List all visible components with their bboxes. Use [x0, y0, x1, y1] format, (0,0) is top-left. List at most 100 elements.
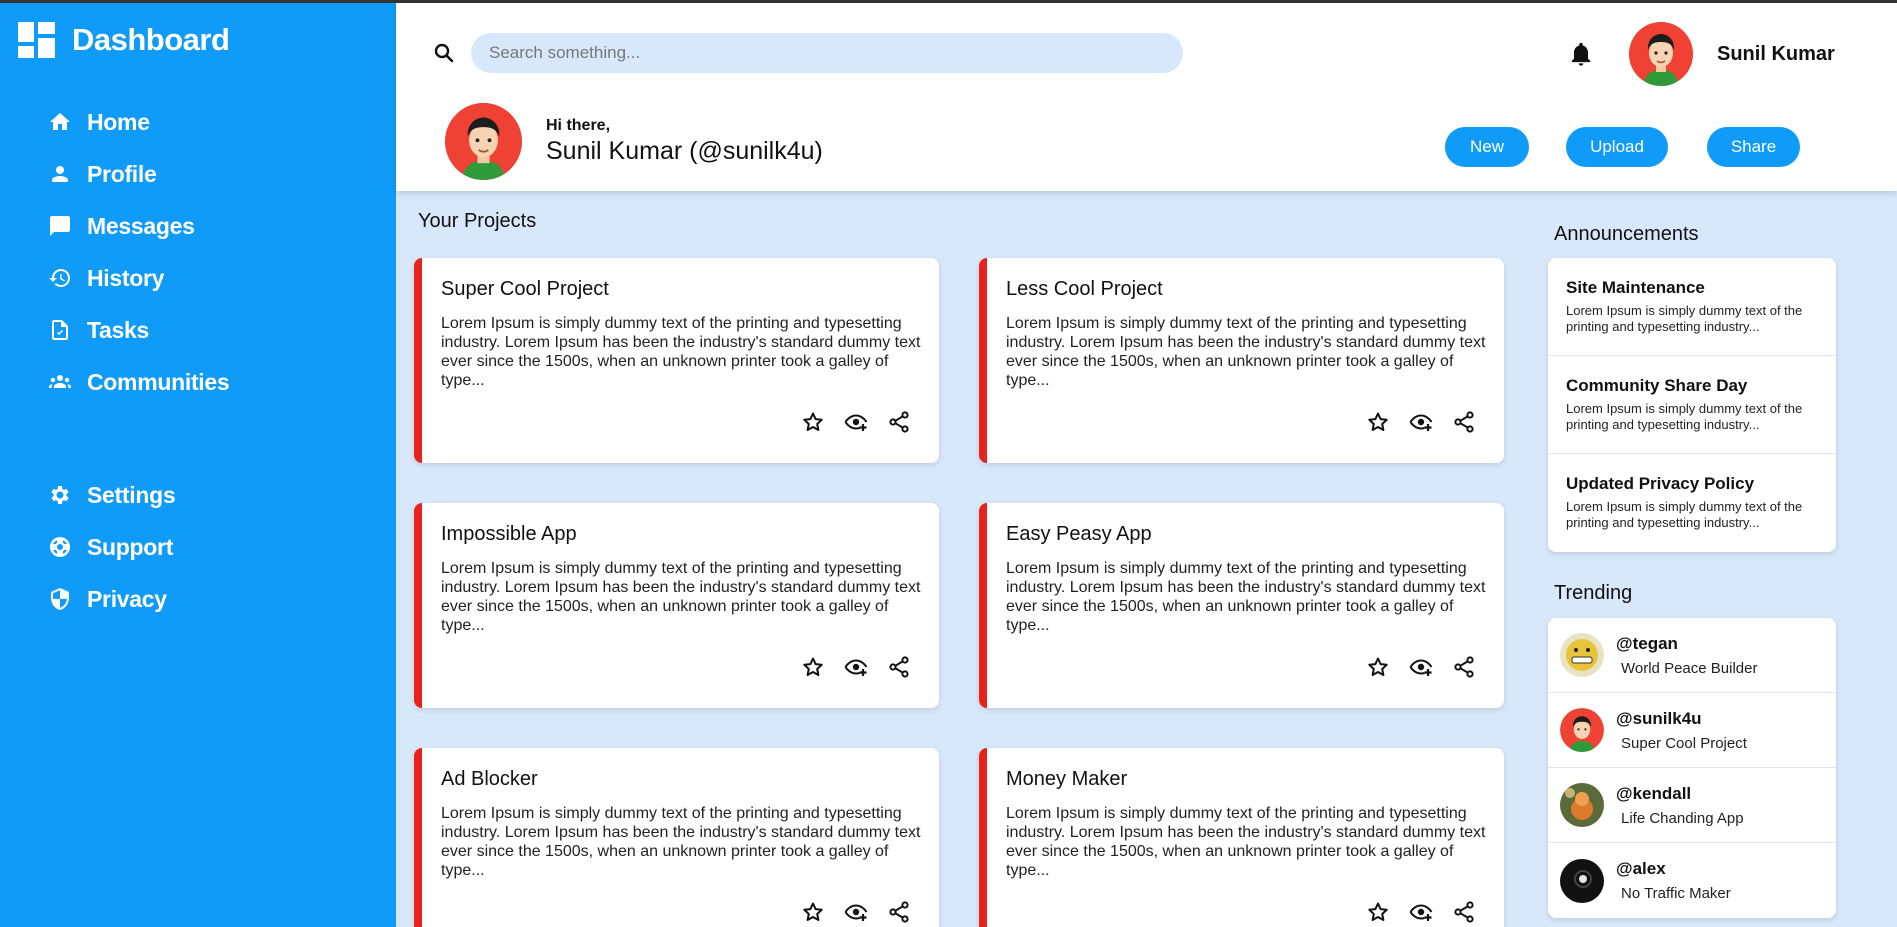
trending-item[interactable]: @kendall Life Chanding App — [1548, 768, 1836, 843]
search-input[interactable] — [471, 33, 1183, 73]
project-description: Lorem Ipsum is simply dummy text of the … — [441, 315, 921, 389]
sidebar-item-label: Messages — [87, 212, 195, 239]
sidebar-item-label: Home — [87, 108, 150, 135]
trending-item[interactable]: @alex No Traffic Maker — [1548, 843, 1836, 918]
project-card[interactable]: Less Cool Project Lorem Ipsum is simply d… — [979, 258, 1504, 463]
trending-handle: @sunilk4u — [1616, 708, 1702, 728]
project-card[interactable]: Easy Peasy App Lorem Ipsum is simply dumm… — [979, 503, 1504, 708]
watch-icon[interactable] — [844, 900, 868, 924]
announcements-panel: Site Maintenance Lorem Ipsum is simply d… — [1548, 258, 1836, 552]
announcement-text: Lorem Ipsum is simply dummy text of the … — [1566, 303, 1803, 334]
sidebar-item-label: Settings — [87, 481, 176, 508]
project-actions — [1366, 655, 1476, 679]
project-title: Easy Peasy App — [1006, 523, 1152, 545]
shield-icon — [51, 588, 69, 610]
dashboard-icon — [18, 22, 55, 58]
watch-icon[interactable] — [1409, 410, 1433, 434]
project-description: Lorem Ipsum is simply dummy text of the … — [1006, 315, 1486, 389]
project-description: Lorem Ipsum is simply dummy text of the … — [1006, 805, 1486, 879]
announcement-text: Lorem Ipsum is simply dummy text of the … — [1566, 499, 1803, 530]
trending-handle: @kendall — [1616, 783, 1692, 803]
project-card[interactable]: Money Maker Lorem Ipsum is simply dummy t… — [979, 748, 1504, 927]
project-actions — [1366, 900, 1476, 924]
share-button[interactable]: Share — [1707, 127, 1800, 167]
announcements-title: Announcements — [1554, 223, 1699, 245]
project-description: Lorem Ipsum is simply dummy text of the … — [1006, 560, 1486, 634]
greeting-name: Sunil Kumar (@sunilk4u) — [546, 137, 823, 165]
sidebar-item-label: History — [87, 264, 165, 291]
sidebar-item-privacy[interactable]: Privacy — [48, 573, 175, 625]
people-icon — [49, 375, 71, 388]
trending-item[interactable]: @sunilk4u Super Cool Project — [1548, 693, 1836, 768]
trending-handle: @tegan — [1616, 633, 1678, 653]
bell-icon[interactable] — [1567, 40, 1595, 68]
sidebar-item-tasks[interactable]: Tasks — [48, 304, 229, 356]
sidebar-item-label: Privacy — [87, 585, 167, 612]
new-button[interactable]: New — [1445, 127, 1529, 167]
sidebar-item-messages[interactable]: Messages — [48, 200, 229, 252]
lifebuoy-icon — [50, 537, 70, 557]
profile-avatar — [445, 103, 522, 180]
user-name[interactable]: Sunil Kumar — [1717, 43, 1835, 66]
greeting-label: Hi there, — [546, 117, 611, 134]
announcement-item[interactable]: Community Share Day Lorem Ipsum is simpl… — [1548, 356, 1836, 454]
gear-icon — [51, 486, 69, 504]
trending-handle: @alex — [1616, 859, 1666, 878]
announcement-title: Updated Privacy Policy — [1566, 474, 1755, 493]
sidebar-item-settings[interactable]: Settings — [48, 469, 176, 521]
announcement-item[interactable]: Site Maintenance Lorem Ipsum is simply d… — [1548, 258, 1836, 356]
announcement-text: Lorem Ipsum is simply dummy text of the … — [1566, 401, 1803, 432]
trending-project: No Traffic Maker — [1621, 885, 1731, 902]
watch-icon[interactable] — [844, 655, 868, 679]
star-icon[interactable] — [1366, 410, 1390, 434]
announcement-title: Site Maintenance — [1566, 278, 1705, 297]
star-icon[interactable] — [801, 655, 825, 679]
share-icon[interactable] — [887, 655, 911, 679]
upload-button[interactable]: Upload — [1566, 127, 1668, 167]
share-icon[interactable] — [1452, 900, 1476, 924]
brand-title: Dashboard — [72, 22, 230, 57]
star-icon[interactable] — [1366, 900, 1390, 924]
project-title: Money Maker — [1006, 768, 1128, 790]
project-title: Super Cool Project — [441, 278, 609, 300]
chat-icon — [50, 216, 70, 236]
home-icon — [50, 113, 70, 130]
sidebar-item-label: Support — [87, 533, 174, 560]
sidebar-item-support[interactable]: Support — [48, 521, 175, 573]
project-actions — [1366, 410, 1476, 434]
person-icon — [52, 166, 68, 182]
project-card[interactable]: Impossible App Lorem Ipsum is simply dumm… — [414, 503, 939, 708]
primary-nav: Home Profile Messages History Tasks Comm… — [48, 96, 230, 408]
share-icon[interactable] — [1452, 655, 1476, 679]
share-icon[interactable] — [887, 900, 911, 924]
avatar[interactable] — [1629, 22, 1693, 86]
share-icon[interactable] — [887, 410, 911, 434]
project-title: Ad Blocker — [441, 768, 538, 790]
sidebar-item-label: Profile — [87, 160, 157, 187]
project-card[interactable]: Ad Blocker Lorem Ipsum is simply dummy te… — [414, 748, 939, 927]
search-icon[interactable] — [432, 41, 456, 65]
sidebar-item-communities[interactable]: Communities — [48, 356, 230, 408]
brand[interactable]: Dashboard — [18, 22, 230, 58]
watch-icon[interactable] — [1409, 655, 1433, 679]
star-icon[interactable] — [801, 900, 825, 924]
star-icon[interactable] — [801, 410, 825, 434]
document-icon — [52, 320, 68, 340]
window-top-border — [0, 0, 1897, 3]
trending-item[interactable]: @tegan World Peace Builder — [1548, 618, 1836, 693]
projects-title: Your Projects — [418, 210, 537, 232]
project-card[interactable]: Super Cool Project Lorem Ipsum is simply … — [414, 258, 939, 463]
project-description: Lorem Ipsum is simply dummy text of the … — [441, 560, 921, 634]
sidebar-item-label: Tasks — [87, 316, 150, 343]
share-icon[interactable] — [1452, 410, 1476, 434]
watch-icon[interactable] — [1409, 900, 1433, 924]
star-icon[interactable] — [1366, 655, 1390, 679]
trending-title: Trending — [1554, 582, 1633, 604]
project-description: Lorem Ipsum is simply dummy text of the … — [441, 805, 921, 879]
trending-project: Life Chanding App — [1621, 809, 1744, 827]
sidebar-item-history[interactable]: History — [48, 252, 229, 304]
sidebar-item-profile[interactable]: Profile — [48, 148, 229, 200]
sidebar-item-home[interactable]: Home — [48, 96, 229, 148]
announcement-item[interactable]: Updated Privacy Policy Lorem Ipsum is si… — [1548, 454, 1836, 552]
watch-icon[interactable] — [844, 410, 868, 434]
